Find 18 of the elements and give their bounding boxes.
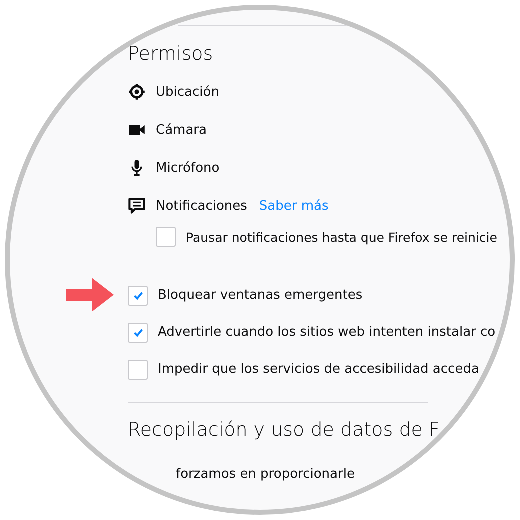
checkbox[interactable] (156, 227, 176, 247)
section-text: forzamos en proporcionarle (176, 467, 356, 482)
checkbox[interactable] (128, 360, 148, 380)
checkbox-label: Impedir que los servicios de accesibilidad acceda (158, 362, 480, 377)
checkbox-label: Pausar notificaciones hasta que Firefox se reinicie (186, 230, 498, 244)
speech-bubble-icon (128, 197, 146, 215)
checkbox-label: Advertirle cuando los sitios web intenten instalar co (158, 325, 496, 340)
permission-label: Cámara (156, 122, 207, 138)
checkbox-label: Bloquear ventanas emergentes (158, 288, 363, 303)
checkbox[interactable] (128, 286, 148, 306)
permission-label: Micrófono (156, 160, 220, 176)
crosshair-icon (128, 83, 146, 101)
learn-more-link[interactable]: Saber más (259, 198, 329, 214)
permission-label: Notificaciones (156, 198, 248, 214)
section-title: Permisos (128, 43, 214, 67)
checkbox[interactable] (128, 322, 148, 342)
permission-label: Ubicación (156, 84, 220, 100)
section-title: Recopilación y uso de datos de F (128, 419, 441, 443)
